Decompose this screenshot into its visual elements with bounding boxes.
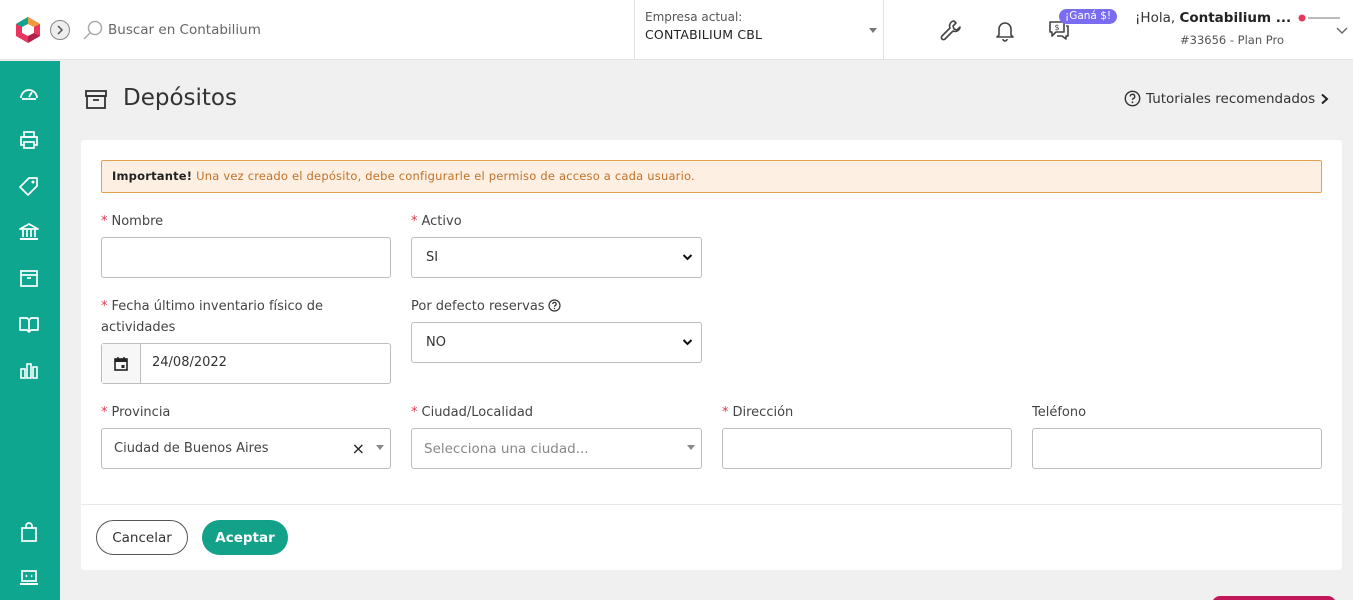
company-label: Empresa actual: [645,10,743,24]
chevron-right-icon [1321,93,1329,104]
alert-strong: Importante! [112,169,193,183]
cancel-button[interactable]: Cancelar [96,520,188,555]
calendar-icon [114,356,128,371]
computer-icon[interactable] [18,567,40,589]
ciudad-label: * Ciudad/Localidad [411,402,533,423]
ciudad-label-text: Ciudad/Localidad [421,405,534,420]
direccion-input[interactable] [722,428,1012,469]
nombre-label-text: Nombre [111,214,164,229]
chevron-down-icon [682,339,693,346]
required-mark: * [411,405,418,420]
bell-icon[interactable] [993,18,1017,42]
important-alert: Importante! Una vez creado el depósito, … [101,160,1322,193]
contabilium-logo[interactable] [14,16,42,44]
search-input[interactable] [108,16,508,44]
calendar-button[interactable] [102,344,141,383]
provincia-label-text: Provincia [111,405,171,420]
direccion-label-text: Dirección [732,405,794,420]
fecha-value: 24/08/2022 [152,355,227,370]
fecha-label-text: Fecha último inventario físico de activi… [101,299,324,335]
top-bar: Empresa actual: CONTABILIUM CBL $ ¡Ganá … [0,0,1353,60]
provincia-selected: Ciudad de Buenos Aires [114,441,269,456]
required-mark: * [101,405,108,420]
required-mark: * [411,214,418,229]
tutorials-link[interactable]: Tutoriales recomendados [1124,90,1329,107]
account-plan: #33656 - Plan Pro [1180,33,1285,47]
wrench-icon[interactable] [939,18,963,42]
book-icon[interactable] [18,313,40,335]
company-selector[interactable]: Empresa actual: CONTABILIUM CBL [634,0,884,60]
chevron-down-icon[interactable] [1336,26,1348,36]
sidebar [0,61,60,600]
required-mark: * [722,405,729,420]
ciudad-placeholder: Selecciona una ciudad... [424,441,589,457]
accept-button[interactable]: Aceptar [202,520,288,555]
caret-down-icon[interactable] [687,445,695,450]
caret-down-icon [869,28,877,33]
dashboard-icon[interactable] [18,83,40,105]
page-title: Depósitos [123,85,237,111]
tutorials-label: Tutoriales recomendados [1146,90,1316,107]
required-mark: * [101,299,108,314]
printer-icon[interactable] [18,129,40,151]
bank-icon[interactable] [18,221,40,243]
nombre-label: * Nombre [101,211,163,232]
shopping-bag-icon[interactable] [18,521,40,543]
reservas-label: Por defecto reservas [411,296,561,317]
search-icon [83,20,103,40]
svg-text:$: $ [1054,23,1059,32]
box-icon[interactable] [18,267,40,289]
telefono-input[interactable] [1032,428,1322,469]
provincia-label: * Provincia [101,402,170,423]
greeting-prefix: ¡Hola, [1135,10,1180,26]
sidebar-toggle-button[interactable] [50,20,70,40]
company-name: CONTABILIUM CBL [645,27,763,42]
reservas-label-text: Por defecto reservas [411,299,545,314]
activo-select[interactable]: SI [411,237,702,278]
floating-help-tab[interactable] [1212,596,1336,600]
caret-down-icon[interactable] [376,445,384,450]
tag-icon[interactable] [18,175,40,197]
company-mini-logo [1298,14,1340,22]
user-greeting[interactable]: ¡Hola, Contabilium ... [1135,10,1291,26]
activo-label: * Activo [411,211,462,232]
promo-badge[interactable]: ¡Ganá $! [1059,9,1118,24]
chevron-right-icon [57,25,64,35]
form-divider [81,504,1342,505]
activo-selected: SI [426,250,439,265]
ciudad-combobox[interactable]: Selecciona una ciudad... [411,428,702,469]
deposit-form-card: Importante! Una vez creado el depósito, … [81,140,1342,570]
reservas-select[interactable]: NO [411,322,702,363]
bar-chart-icon[interactable] [18,359,40,381]
fecha-label: * Fecha último inventario físico de activ… [101,296,391,338]
greeting-name: Contabilium ... [1179,10,1292,26]
chevron-down-icon [682,254,693,261]
archive-icon [85,90,107,109]
clear-icon[interactable]: × [352,439,365,458]
alert-text: Una vez creado el depósito, debe configu… [192,169,695,183]
activo-label-text: Activo [421,214,462,229]
help-circle-icon [1124,90,1141,107]
reservas-selected: NO [426,335,446,350]
help-circle-icon[interactable] [547,299,561,312]
nombre-input[interactable] [101,237,391,278]
provincia-combobox[interactable]: Ciudad de Buenos Aires × [101,428,391,469]
fecha-date-field[interactable]: 24/08/2022 [101,343,391,384]
telefono-label-text: Teléfono [1032,405,1087,420]
telefono-label: Teléfono [1032,402,1086,423]
required-mark: * [101,214,108,229]
direccion-label: * Dirección [722,402,793,423]
